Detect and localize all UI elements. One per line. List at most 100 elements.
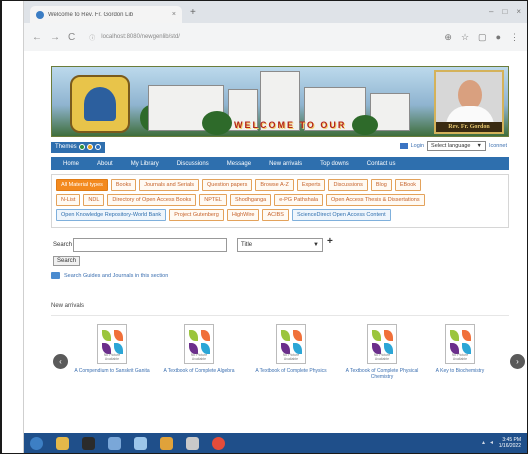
menu-about[interactable]: About — [97, 161, 113, 167]
app-icon[interactable] — [134, 436, 147, 450]
clock[interactable]: 3:45 PM 1/16/2022 — [499, 437, 521, 449]
browser-tools: ⊕ ☆ ▢ ● ⋮ — [444, 32, 519, 43]
themes-button[interactable]: Themes — [51, 141, 105, 153]
new-tab-button[interactable]: + — [190, 7, 196, 18]
book-title[interactable]: A Compendium to Sanskrit Ganita — [69, 368, 155, 374]
search-input[interactable] — [73, 238, 227, 252]
filter-epg-pathshala[interactable]: e-PG Pathshala — [274, 194, 324, 206]
filter-shodhganga[interactable]: Shodhganga — [230, 194, 272, 206]
book-card[interactable]: No Picture Available A Textbook of Compl… — [248, 324, 334, 374]
chrome-icon[interactable] — [212, 436, 225, 450]
filter-blog[interactable]: Blog — [370, 179, 392, 191]
login-link[interactable]: Login — [411, 143, 424, 149]
theme-swatch-green[interactable] — [78, 144, 85, 150]
filter-acibs[interactable]: ACIBS — [262, 209, 289, 221]
theme-swatch-blue[interactable] — [94, 144, 101, 150]
menu-icon[interactable]: ⋮ — [510, 32, 519, 43]
menu-home[interactable]: Home — [63, 161, 79, 167]
app-icon[interactable] — [186, 436, 199, 450]
app-icon[interactable] — [108, 436, 121, 450]
reload-icon[interactable]: C — [68, 32, 75, 43]
book-card[interactable]: No Picture Available A Compendium to San… — [69, 324, 155, 374]
book-title[interactable]: A Textbook of Complete Physics — [248, 368, 334, 374]
close-icon[interactable]: × — [516, 7, 521, 16]
book-card[interactable]: No Picture Available A Key to Biochemist… — [425, 324, 495, 374]
header-banner: WELCOME TO OUR Rev. Fr. Gordon — [51, 66, 509, 137]
themes-label: Themes — [55, 144, 77, 150]
filter-world-bank[interactable]: Open Knowledge Repository-World Bank — [56, 209, 167, 221]
filter-nlist[interactable]: N-List — [56, 194, 81, 206]
maximize-icon[interactable]: □ — [502, 7, 507, 16]
no-picture-text: No Picture Available — [451, 353, 469, 361]
book-title[interactable]: A Key to Biochemistry — [425, 368, 495, 374]
left-margin — [2, 1, 24, 453]
founder-portrait: Rev. Fr. Gordon — [434, 70, 504, 134]
carousel-prev-button[interactable]: ‹ — [53, 354, 68, 369]
star-icon[interactable]: ☆ — [461, 32, 469, 43]
app-icon[interactable] — [160, 436, 173, 450]
tab-close-icon[interactable]: × — [172, 11, 176, 18]
search-field-select[interactable]: Title ▼ — [237, 238, 323, 252]
file-explorer-icon[interactable] — [56, 436, 69, 450]
profile-icon[interactable]: ● — [496, 32, 501, 43]
media-player-icon[interactable] — [82, 436, 95, 450]
system-tray: ▴ ◂ — [482, 439, 493, 446]
filter-ebook[interactable]: EBook — [394, 179, 422, 191]
filter-discussions[interactable]: Discussions — [328, 179, 368, 191]
forward-icon[interactable]: → — [50, 32, 60, 43]
clock-date: 1/16/2022 — [498, 443, 521, 449]
volume-icon[interactable]: ◂ — [490, 439, 493, 446]
resource-filter-box: All Material types Books Journals and Se… — [51, 174, 509, 228]
filter-nptel[interactable]: NPTEL — [199, 194, 227, 206]
minimize-icon[interactable]: – — [489, 7, 493, 16]
guide-link[interactable]: Search Guides and Journals in this secti… — [64, 273, 168, 279]
search-button[interactable]: Search — [53, 256, 81, 266]
book-title[interactable]: A Textbook of Complete Physical Chemistr… — [339, 368, 425, 380]
filter-browse-az[interactable]: Browse A-Z — [255, 179, 294, 191]
filter-highwire[interactable]: HighWire — [226, 209, 260, 221]
back-icon[interactable]: ← — [32, 32, 42, 43]
start-button-icon[interactable] — [30, 436, 43, 450]
college-emblem-logo — [70, 75, 130, 133]
language-select[interactable]: Select language ▼ — [427, 141, 486, 151]
theme-swatch-orange[interactable] — [86, 144, 93, 150]
network-icon[interactable]: ▴ — [482, 439, 485, 446]
new-arrivals-carousel: ‹ No Picture Available A Compendium to S… — [51, 315, 525, 415]
filter-gutenberg[interactable]: Project Gutenberg — [169, 209, 224, 221]
book-card[interactable]: No Picture Available A Textbook of Compl… — [156, 324, 242, 374]
library-site: WELCOME TO OUR Rev. Fr. Gordon Themes Lo… — [51, 66, 525, 433]
filter-oatd[interactable]: Open Access Thesis & Dissertations — [326, 194, 425, 206]
carousel-next-button[interactable]: › — [510, 354, 525, 369]
filter-ndl[interactable]: NDL — [83, 194, 105, 206]
menu-new-arrivals[interactable]: New arrivals — [269, 161, 302, 167]
language-select-value: Select language — [431, 143, 471, 149]
filter-row: Open Knowledge Repository-World Bank Pro… — [56, 209, 506, 221]
menu-contact[interactable]: Contact us — [367, 161, 396, 167]
filter-sciencedirect[interactable]: ScienceDirect Open Access Content — [291, 209, 391, 221]
address-bar[interactable]: ⓘ localhost:8080/newgenlib/std/ — [83, 29, 436, 46]
translate-link[interactable]: Iconnet — [489, 143, 507, 149]
url-text: localhost:8080/newgenlib/std/ — [101, 34, 180, 40]
menu-discussions[interactable]: Discussions — [177, 161, 209, 167]
menu-my-library[interactable]: My Library — [131, 161, 159, 167]
search-label: Search — [53, 242, 73, 248]
add-criteria-button[interactable]: + — [327, 236, 333, 247]
browser-tab[interactable]: Welcome to Rev. Fr. Gordon Lib × — [30, 6, 182, 23]
filter-doab[interactable]: Directory of Open Access Books — [107, 194, 197, 206]
zoom-icon[interactable]: ⊕ — [444, 32, 452, 43]
extensions-icon[interactable]: ▢ — [478, 32, 487, 43]
menu-message[interactable]: Message — [227, 161, 251, 167]
portrait-caption: Rev. Fr. Gordon — [436, 122, 502, 132]
filter-journals[interactable]: Journals and Serials — [139, 179, 200, 191]
book-title[interactable]: A Textbook of Complete Algebra — [156, 368, 242, 374]
menu-top-downs[interactable]: Top downs — [320, 161, 349, 167]
filter-question-papers[interactable]: Question papers — [202, 179, 253, 191]
main-menu: Home About My Library Discussions Messag… — [51, 157, 509, 170]
caret-down-icon: ▼ — [476, 143, 482, 149]
filter-books[interactable]: Books — [110, 179, 137, 191]
windows-taskbar: ▴ ◂ 3:45 PM 1/16/2022 — [24, 433, 527, 453]
filter-experts[interactable]: Experts — [296, 179, 326, 191]
folder-icon — [51, 272, 60, 279]
filter-all-material-types[interactable]: All Material types — [56, 179, 108, 191]
book-card[interactable]: No Picture Available A Textbook of Compl… — [339, 324, 425, 380]
